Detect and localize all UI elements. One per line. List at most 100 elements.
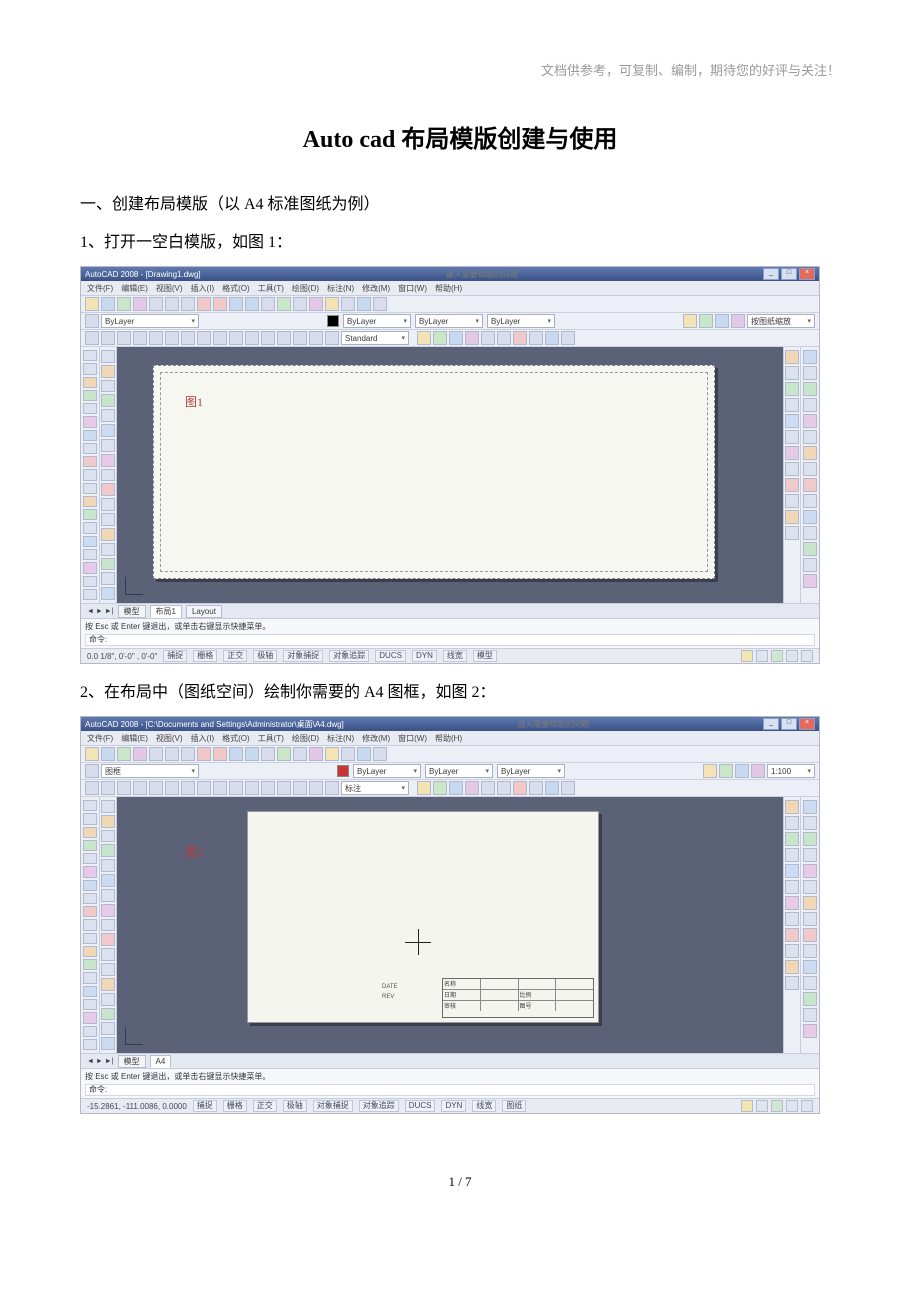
materials-icon[interactable] [803, 992, 817, 1006]
rectangle-icon[interactable] [83, 403, 97, 414]
hatch2-icon[interactable] [83, 536, 97, 547]
tool-palette-icon[interactable] [325, 747, 339, 761]
properties-icon[interactable] [293, 747, 307, 761]
region2-icon[interactable] [83, 1012, 97, 1023]
ellipse-icon[interactable] [83, 469, 97, 480]
3dpan-icon[interactable] [803, 816, 817, 830]
menu-window[interactable]: 窗口(W) [398, 283, 427, 294]
menu-tools[interactable]: 工具(T) [258, 733, 284, 744]
command-input[interactable]: 命令: [85, 1084, 815, 1096]
array-icon[interactable] [101, 409, 115, 422]
extend-icon[interactable] [101, 498, 115, 511]
view-front-icon[interactable] [803, 864, 817, 878]
make-block-icon[interactable] [83, 959, 97, 970]
chamfer-icon[interactable] [101, 558, 115, 571]
annoscale-icon[interactable] [741, 650, 753, 662]
revcloud2-icon[interactable] [83, 443, 97, 454]
layer-lock-icon[interactable] [719, 764, 733, 778]
view-se-icon[interactable] [803, 912, 817, 926]
arc-icon[interactable] [83, 866, 97, 877]
3dpan-icon[interactable] [803, 366, 817, 380]
fillet-icon[interactable] [101, 1022, 115, 1035]
tolerance-icon[interactable] [277, 331, 291, 345]
3dorbit-icon[interactable] [803, 800, 817, 814]
arc-icon[interactable] [83, 416, 97, 427]
gradient-icon[interactable] [481, 781, 495, 795]
light-icon[interactable] [803, 1008, 817, 1022]
sb-osnap[interactable]: 对象捕捉 [313, 1100, 353, 1112]
sb-snap[interactable]: 捕捉 [163, 650, 187, 662]
join-icon[interactable] [101, 543, 115, 556]
drawing-area[interactable]: 图1 [117, 347, 783, 603]
trim-icon[interactable] [101, 483, 115, 496]
dim-space-icon[interactable] [245, 331, 259, 345]
layer-iso-icon[interactable] [751, 764, 765, 778]
id-icon[interactable] [785, 414, 799, 428]
3dzoom-icon[interactable] [803, 832, 817, 846]
designcenter-icon[interactable] [309, 297, 323, 311]
insert-block-icon[interactable] [83, 946, 97, 957]
copy2-icon[interactable] [101, 815, 115, 828]
sb-dyn[interactable]: DYN [441, 1100, 466, 1112]
open-icon[interactable] [101, 297, 115, 311]
massprop-icon[interactable] [785, 382, 799, 396]
sb-ortho[interactable]: 正交 [253, 1100, 277, 1112]
minimize-button[interactable]: _ [763, 718, 779, 730]
layer-dropdown[interactable]: 图框▾ [101, 764, 199, 778]
massprop-icon[interactable] [785, 832, 799, 846]
menu-format[interactable]: 格式(O) [222, 733, 250, 744]
dist-icon[interactable] [785, 350, 799, 364]
menu-format[interactable]: 格式(O) [222, 283, 250, 294]
zoom-icon[interactable] [245, 297, 259, 311]
dim-tedit-icon[interactable] [325, 781, 339, 795]
dim-baseline-icon[interactable] [213, 781, 227, 795]
dim-aligned-icon[interactable] [101, 781, 115, 795]
dim-continue-icon[interactable] [229, 781, 243, 795]
table-icon[interactable] [83, 1026, 97, 1037]
sb-polar[interactable]: 极轴 [253, 650, 277, 662]
help-icon[interactable] [373, 747, 387, 761]
dim-edit-icon[interactable] [309, 331, 323, 345]
layer-lock-icon[interactable] [699, 314, 713, 328]
annoscale-icon[interactable] [741, 1100, 753, 1112]
close-button[interactable]: × [799, 268, 815, 280]
close-button[interactable]: × [799, 718, 815, 730]
revcloud2-icon[interactable] [83, 893, 97, 904]
menu-modify[interactable]: 修改(M) [362, 733, 390, 744]
view-left-icon[interactable] [803, 430, 817, 444]
offset-icon[interactable] [101, 844, 115, 857]
tab-layout2[interactable]: Layout [186, 605, 222, 618]
zoomwin-icon[interactable] [261, 297, 275, 311]
center-mark-icon[interactable] [293, 331, 307, 345]
mirror-icon[interactable] [101, 380, 115, 393]
view-sw-icon[interactable] [803, 446, 817, 460]
plot-icon[interactable] [133, 747, 147, 761]
menu-help[interactable]: 帮助(H) [435, 733, 462, 744]
plot-icon[interactable] [133, 297, 147, 311]
xline-icon[interactable] [83, 813, 97, 824]
table-style-icon[interactable] [433, 781, 447, 795]
sb-otrack[interactable]: 对象追踪 [359, 1100, 399, 1112]
layer-off-icon[interactable] [735, 764, 749, 778]
dimover-icon[interactable] [785, 510, 799, 524]
pan-icon[interactable] [229, 297, 243, 311]
erase-icon[interactable] [101, 800, 115, 813]
dim-quick-icon[interactable] [197, 781, 211, 795]
lineweight-dropdown[interactable]: ByLayer▾ [497, 764, 565, 778]
stretch-icon[interactable] [101, 919, 115, 932]
3dzoom-icon[interactable] [803, 382, 817, 396]
minimize-button[interactable]: _ [763, 268, 779, 280]
linetype-dropdown[interactable]: ByLayer▾ [425, 764, 493, 778]
mtext-icon[interactable] [83, 589, 97, 600]
view-nw-icon[interactable] [803, 944, 817, 958]
menu-file[interactable]: 文件(F) [87, 733, 113, 744]
tool-palette-icon[interactable] [325, 297, 339, 311]
maximize-button[interactable]: □ [781, 718, 797, 730]
sun-icon[interactable] [803, 1024, 817, 1038]
dim-space-icon[interactable] [245, 781, 259, 795]
lineweight-dropdown[interactable]: ByLayer▾ [487, 314, 555, 328]
dim-arc-icon[interactable] [117, 781, 131, 795]
quickcalc-icon[interactable] [785, 944, 799, 958]
menu-window[interactable]: 窗口(W) [398, 733, 427, 744]
dim-tedit-icon[interactable] [325, 331, 339, 345]
